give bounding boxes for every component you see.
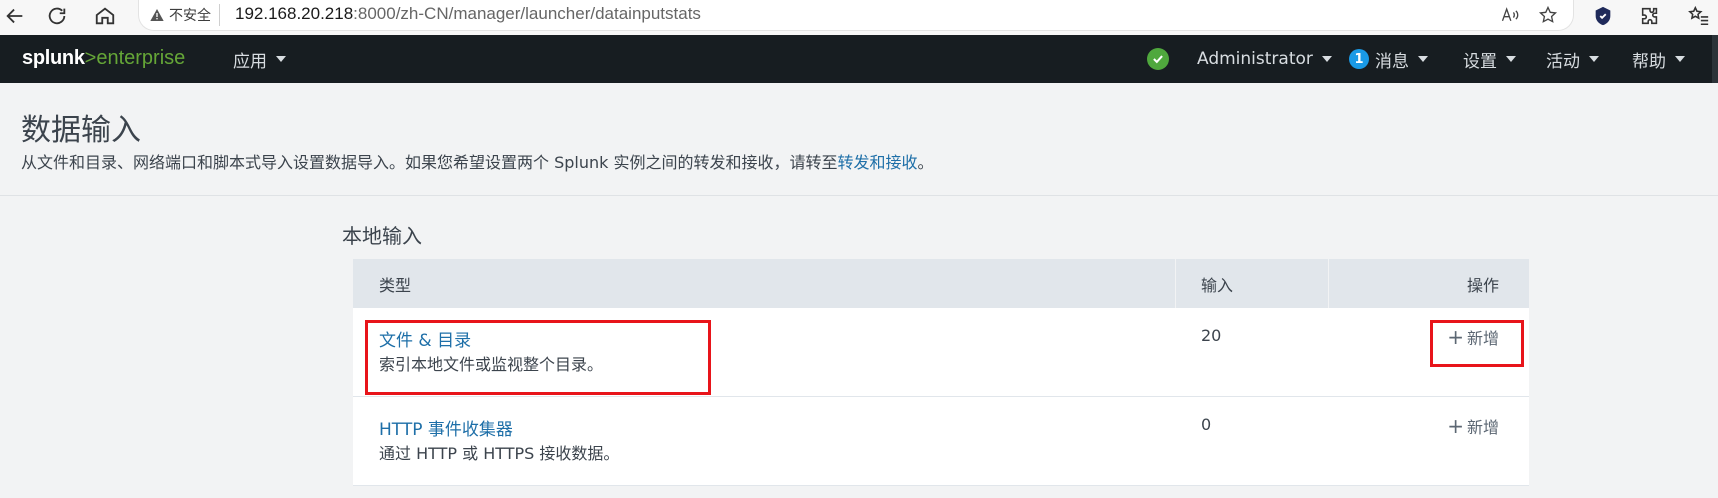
read-aloud-button[interactable] bbox=[1497, 3, 1523, 27]
star-icon bbox=[1538, 5, 1558, 23]
favorites-list-button[interactable] bbox=[1684, 2, 1714, 30]
reload-button[interactable] bbox=[42, 2, 72, 30]
apps-menu[interactable]: 应用 bbox=[233, 35, 286, 83]
page-description: 从文件和目录、网络端口和脚本式导入设置数据导入。如果您希望设置两个 Splunk… bbox=[21, 149, 934, 173]
row-description: 通过 HTTP 或 HTTPS 接收数据。 bbox=[379, 444, 620, 463]
caret-down-icon bbox=[1589, 56, 1599, 62]
page-description-text: 从文件和目录、网络端口和脚本式导入设置数据导入。如果您希望设置两个 Splunk… bbox=[21, 153, 838, 172]
messages-menu[interactable]: 1 消息 bbox=[1349, 35, 1428, 83]
add-new-label: 新增 bbox=[1466, 418, 1499, 437]
plus-icon: + bbox=[1447, 414, 1464, 438]
splunk-top-nav: splunk>enterprise 应用 Administrator 1 消息 … bbox=[0, 35, 1718, 83]
row-input-count: 20 bbox=[1201, 326, 1222, 345]
extension-shield-button[interactable] bbox=[1588, 2, 1618, 30]
files-directories-link[interactable]: 文件 & 目录 bbox=[379, 326, 471, 351]
plus-icon: + bbox=[1447, 325, 1464, 349]
local-inputs-table: 类型 输入 操作 文件 & 目录 索引本地文件或监视整个目录。 20 + 新增 … bbox=[353, 259, 1529, 486]
messages-count-badge: 1 bbox=[1349, 49, 1369, 69]
home-icon bbox=[95, 7, 115, 25]
settings-menu-label: 设置 bbox=[1463, 51, 1497, 72]
files-add-new-button[interactable]: + 新增 bbox=[1447, 325, 1499, 349]
favorites-list-icon bbox=[1688, 5, 1709, 26]
caret-down-icon bbox=[276, 56, 286, 62]
read-aloud-icon bbox=[1501, 7, 1519, 22]
table-row: HTTP 事件收集器 通过 HTTP 或 HTTPS 接收数据。 0 + 新增 bbox=[353, 397, 1529, 486]
caret-down-icon bbox=[1418, 56, 1428, 62]
health-status-icon[interactable] bbox=[1147, 48, 1169, 70]
messages-menu-label: 消息 bbox=[1375, 51, 1409, 72]
table-row: 文件 & 目录 索引本地文件或监视整个目录。 20 + 新增 bbox=[353, 308, 1529, 397]
help-menu-label: 帮助 bbox=[1632, 51, 1666, 72]
local-inputs-heading: 本地输入 bbox=[342, 224, 422, 248]
security-label: 不安全 bbox=[169, 8, 211, 24]
url-path: :8000/zh-CN/manager/launcher/datainputst… bbox=[353, 4, 701, 23]
splunk-logo[interactable]: splunk>enterprise bbox=[22, 47, 185, 70]
warning-icon bbox=[150, 9, 164, 21]
help-menu[interactable]: 帮助 bbox=[1632, 35, 1685, 83]
user-menu[interactable]: Administrator bbox=[1197, 35, 1332, 83]
caret-down-icon bbox=[1506, 56, 1516, 62]
column-header-inputs[interactable]: 输入 bbox=[1201, 259, 1233, 308]
back-arrow-icon bbox=[6, 8, 23, 24]
puzzle-icon bbox=[1641, 7, 1658, 25]
column-header-actions: 操作 bbox=[1466, 275, 1499, 295]
back-button[interactable] bbox=[0, 2, 30, 30]
browser-toolbar: 不安全 192.168.20.218:8000/zh-CN/manager/la… bbox=[0, 0, 1718, 35]
extensions-button[interactable] bbox=[1635, 2, 1665, 30]
add-new-label: 新增 bbox=[1466, 329, 1499, 348]
settings-menu[interactable]: 设置 bbox=[1463, 35, 1516, 83]
column-header-type[interactable]: 类型 bbox=[379, 259, 411, 308]
check-icon bbox=[1153, 55, 1163, 64]
favorite-button[interactable] bbox=[1535, 3, 1561, 27]
caret-down-icon bbox=[1321, 56, 1332, 62]
forwarding-receiving-link[interactable]: 转发和接收 bbox=[837, 153, 917, 172]
column-divider bbox=[1175, 259, 1176, 308]
column-divider bbox=[1328, 259, 1329, 308]
security-indicator[interactable]: 不安全 bbox=[149, 4, 220, 26]
reload-icon bbox=[48, 7, 66, 25]
home-button[interactable] bbox=[90, 2, 120, 30]
shield-extension-icon bbox=[1595, 6, 1611, 26]
apps-menu-label: 应用 bbox=[233, 51, 267, 72]
table-header: 类型 输入 操作 bbox=[353, 259, 1529, 308]
url-host: 192.168.20.218 bbox=[235, 4, 354, 23]
page-title: 数据输入 bbox=[21, 113, 141, 148]
page-header: 数据输入 从文件和目录、网络端口和脚本式导入设置数据导入。如果您希望设置两个 S… bbox=[0, 83, 1718, 196]
user-menu-label: Administrator bbox=[1197, 49, 1313, 69]
url-text[interactable]: 192.168.20.218:8000/zh-CN/manager/launch… bbox=[235, 4, 701, 24]
row-description: 索引本地文件或监视整个目录。 bbox=[379, 355, 604, 374]
http-event-collector-link[interactable]: HTTP 事件收集器 bbox=[379, 415, 513, 440]
http-add-new-button[interactable]: + 新增 bbox=[1447, 414, 1499, 438]
scrollbar-edge bbox=[1712, 35, 1718, 83]
address-bar[interactable]: 不安全 192.168.20.218:8000/zh-CN/manager/la… bbox=[138, 0, 1574, 31]
row-input-count: 0 bbox=[1201, 415, 1212, 434]
activity-menu-label: 活动 bbox=[1546, 51, 1580, 72]
activity-menu[interactable]: 活动 bbox=[1546, 35, 1599, 83]
page-description-end: 。 bbox=[917, 153, 934, 172]
caret-down-icon bbox=[1675, 56, 1685, 62]
